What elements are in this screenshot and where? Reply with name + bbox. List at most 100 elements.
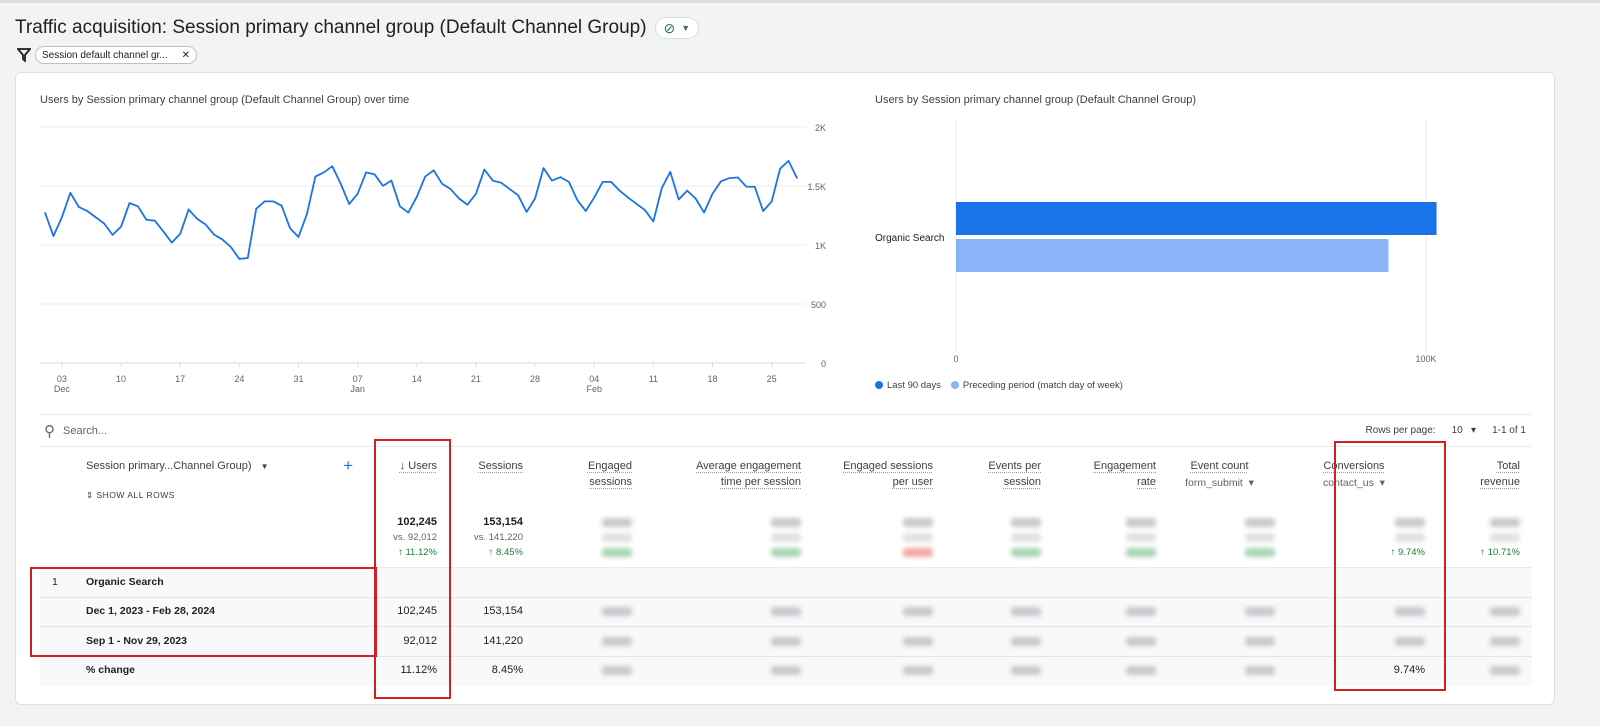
data-point [492, 179, 494, 182]
data-point [500, 182, 502, 184]
data-point [52, 235, 55, 237]
data-point [703, 211, 705, 214]
bar-chart: 0 100K Organic Search [875, 120, 1437, 364]
data-point [433, 169, 435, 171]
data-point [610, 181, 612, 183]
x-tick-month-label: Dec [54, 384, 71, 394]
data-point [576, 199, 578, 201]
data-point [754, 186, 756, 188]
data-point [103, 222, 105, 225]
show-all-rows-button[interactable]: ⇕ SHOW ALL ROWS [86, 490, 367, 501]
data-point [762, 210, 764, 212]
data-point [517, 194, 519, 196]
data-point [128, 202, 131, 204]
data-point [120, 226, 122, 228]
search-icon: ⚲ [44, 422, 55, 440]
data-point [230, 246, 232, 248]
table-row-percent-change: % change 11.12% 8.45% 9.74% [40, 656, 1532, 686]
data-point [407, 211, 409, 214]
x-tick-label: 11 [649, 374, 658, 384]
users-line [44, 159, 798, 260]
legend-item-preceding-period[interactable]: Preceding period (match day of week) [950, 380, 1123, 391]
highlight-box-conversions [1334, 441, 1446, 691]
data-point [737, 176, 739, 179]
data-point [264, 200, 266, 202]
total-redacted [640, 510, 809, 567]
data-point [593, 196, 595, 199]
data-point [779, 168, 781, 170]
data-point [441, 183, 443, 185]
column-event-count[interactable]: Event count form_submit ▾ [1164, 448, 1283, 510]
data-point [137, 205, 139, 207]
column-engaged-sessions[interactable]: Engaged sessions [531, 448, 640, 510]
column-total-revenue[interactable]: Total revenue [1433, 448, 1528, 510]
data-point [111, 234, 114, 236]
x-tick-label: 03 [57, 374, 67, 384]
bar-chart-legend: Last 90 days Preceding period (match day… [875, 380, 1123, 391]
data-point [695, 197, 697, 200]
column-events-per-session[interactable]: Events per session [941, 448, 1049, 510]
data-point [542, 167, 545, 169]
x-tick-label: 17 [175, 374, 185, 384]
data-point [289, 227, 291, 229]
data-point [661, 187, 663, 189]
column-avg-engagement-time[interactable]: Average engagement time per session [640, 448, 809, 510]
y-tick-label: 1.5K [807, 182, 826, 192]
data-point [458, 197, 460, 200]
bar-preceding-period [956, 239, 1389, 272]
data-point [179, 233, 181, 235]
data-point [382, 185, 384, 187]
line-chart: 0 500 1K 1.5K 2K 03Dec 10 17 24 31 07Jan 14 21 28 04Fe… [40, 123, 826, 394]
rows-per-page-label: Rows per page: [1365, 425, 1436, 436]
pagination: Rows per page: 10 ▾ 1-1 of 1 [1366, 425, 1532, 436]
table-header: Session primary...Channel Group) ▼ + ⇕ S… [40, 448, 1532, 510]
x-tick-label: 0 [953, 354, 958, 364]
search-input[interactable]: Search... [63, 425, 107, 437]
total-sessions: 153,154 vs. 141,220 ↑ 8.45% [473, 516, 523, 558]
rows-per-page-select[interactable]: 10 ▾ [1452, 425, 1476, 436]
data-point [686, 190, 688, 192]
add-dimension-button[interactable]: + [343, 456, 353, 476]
x-tick-label: 18 [707, 374, 717, 384]
y-tick-label: 2K [815, 123, 826, 133]
data-point [618, 190, 621, 192]
column-engaged-sessions-per-user[interactable]: Engaged sessions per user [809, 448, 941, 510]
data-point [171, 242, 173, 244]
data-point [551, 179, 553, 182]
data-point [69, 192, 71, 194]
data-point [720, 180, 722, 182]
data-point [86, 210, 88, 212]
data-point [204, 223, 207, 226]
x-tick-month-label: Jan [350, 384, 365, 394]
data-point [509, 188, 511, 190]
x-tick-label: 31 [293, 374, 303, 384]
data-point [416, 196, 418, 198]
x-tick-label: 14 [412, 374, 422, 384]
event-select[interactable]: form_submit ▾ [1164, 477, 1275, 489]
x-tick-label: 07 [353, 374, 363, 384]
data-point [44, 211, 46, 214]
x-tick-label: 28 [530, 374, 540, 384]
data-point [534, 197, 536, 200]
data-point [424, 175, 426, 178]
x-tick-label: 04 [589, 374, 599, 384]
data-point [213, 233, 215, 236]
highlight-box-rows [30, 567, 377, 657]
data-point [221, 238, 224, 241]
data-point [297, 236, 300, 238]
column-sessions[interactable]: Sessions [445, 448, 531, 510]
total-redacted [531, 510, 640, 567]
dimension-select[interactable]: Session primary...Channel Group) ▼ [86, 460, 269, 472]
data-point [399, 205, 401, 207]
y-tick-label: 1K [815, 241, 826, 251]
data-point [559, 176, 562, 178]
data-point [627, 196, 629, 199]
data-point [449, 188, 452, 190]
data-point [475, 193, 477, 195]
data-point [255, 208, 257, 210]
data-point [188, 208, 190, 211]
column-engagement-rate[interactable]: Engagement rate [1049, 448, 1164, 510]
table-toolbar: ⚲ Search... Rows per page: 10 ▾ 1-1 of 1 [40, 414, 1532, 447]
total-redacted [941, 510, 1049, 567]
legend-item-last-90-days[interactable]: Last 90 days [875, 380, 941, 391]
